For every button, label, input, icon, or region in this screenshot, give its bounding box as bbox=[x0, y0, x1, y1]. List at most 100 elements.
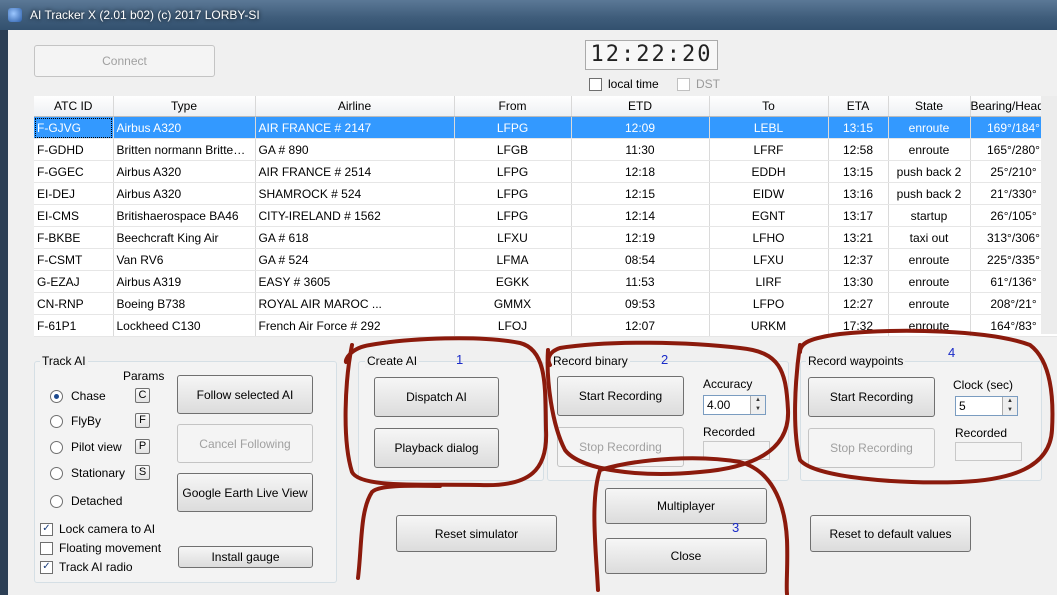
dst-checkbox[interactable]: DST bbox=[677, 77, 720, 91]
accuracy-label: Accuracy bbox=[703, 377, 753, 391]
radio-stationary[interactable]: Stationary bbox=[50, 466, 125, 480]
table-cell: startup bbox=[888, 204, 971, 227]
table-row[interactable]: F-GGEC Airbus A320 AIR FRANCE # 2514 LFPG 12… bbox=[34, 160, 1057, 183]
table-cell: enroute bbox=[888, 314, 971, 337]
radio-dot[interactable] bbox=[50, 466, 63, 480]
table-cell: Boeing B738 bbox=[113, 292, 256, 315]
table-scrollbar[interactable] bbox=[1041, 96, 1057, 334]
dispatch-ai-button[interactable]: Dispatch AI bbox=[374, 377, 499, 417]
spin-down-icon[interactable]: ▼ bbox=[750, 405, 765, 414]
create-ai-title: Create AI bbox=[365, 354, 420, 368]
table-cell: LFPG bbox=[454, 204, 572, 227]
checkbox-box[interactable] bbox=[677, 77, 690, 91]
table-cell: 12:15 bbox=[571, 182, 710, 205]
table-cell: Airbus A320 bbox=[113, 116, 256, 139]
table-cell: EIDW bbox=[709, 182, 829, 205]
radio-dot[interactable] bbox=[50, 389, 63, 403]
table-cell: Britishaerospace BA46 bbox=[113, 204, 256, 227]
floating-movement-checkbox[interactable]: Floating movement bbox=[40, 541, 161, 555]
accuracy-value[interactable]: 4.00 bbox=[707, 398, 730, 412]
table-cell: 13:17 bbox=[828, 204, 889, 227]
param-stationary-button[interactable]: S bbox=[135, 465, 150, 480]
table-row[interactable]: EI-CMS Britishaerospace BA46 CITY-IRELAND … bbox=[34, 204, 1057, 227]
radio-dot[interactable] bbox=[50, 494, 63, 508]
param-flyby-button[interactable]: F bbox=[135, 413, 150, 428]
column-header[interactable]: From bbox=[454, 96, 572, 117]
table-cell: G-EZAJ bbox=[34, 270, 114, 293]
table-cell: enroute bbox=[888, 116, 971, 139]
table-row[interactable]: G-EZAJ Airbus A319 EASY # 3605 EGKK 11:53 LIR… bbox=[34, 270, 1057, 293]
table-cell: LFPO bbox=[709, 292, 829, 315]
track-ai-radio-checkbox[interactable]: ✓ Track AI radio bbox=[40, 560, 133, 574]
table-cell: LFPG bbox=[454, 160, 572, 183]
checkbox-label: Track AI radio bbox=[59, 560, 133, 574]
google-earth-button[interactable]: Google Earth Live View bbox=[177, 473, 313, 512]
install-gauge-button[interactable]: Install gauge bbox=[178, 546, 313, 568]
ai-traffic-table: ATC ID Type Airline From ETD To ETA Stat… bbox=[34, 96, 1057, 337]
radio-dot[interactable] bbox=[50, 440, 63, 454]
column-header[interactable]: Type bbox=[113, 96, 256, 117]
radio-chase[interactable]: Chase bbox=[50, 389, 106, 403]
table-row[interactable]: F-GJVG Airbus A320 AIR FRANCE # 2147 LFPG 12… bbox=[34, 116, 1057, 139]
checkbox-box[interactable] bbox=[589, 77, 602, 91]
table-cell: 11:53 bbox=[571, 270, 710, 293]
clock-sec-spinner[interactable]: 5 ▲ ▼ bbox=[955, 396, 1018, 416]
checkbox-box[interactable]: ✓ bbox=[40, 522, 53, 536]
playback-dialog-button[interactable]: Playback dialog bbox=[374, 428, 499, 468]
radio-detached[interactable]: Detached bbox=[50, 494, 122, 508]
table-row[interactable]: CN-RNP Boeing B738 ROYAL AIR MAROC ... GMMX… bbox=[34, 292, 1057, 315]
table-cell: enroute bbox=[888, 138, 971, 161]
checkbox-box[interactable]: ✓ bbox=[40, 560, 53, 574]
column-header[interactable]: State bbox=[888, 96, 971, 117]
close-button[interactable]: Close bbox=[605, 538, 767, 574]
local-time-checkbox[interactable]: local time bbox=[589, 77, 659, 91]
table-cell: AIR FRANCE # 2514 bbox=[255, 160, 455, 183]
follow-selected-ai-button[interactable]: Follow selected AI bbox=[177, 375, 313, 414]
waypoints-stop-recording-button[interactable]: Stop Recording bbox=[808, 428, 935, 468]
record-binary-title: Record binary bbox=[551, 354, 630, 368]
accuracy-spinner[interactable]: 4.00 ▲ ▼ bbox=[703, 395, 766, 415]
table-cell: Airbus A320 bbox=[113, 160, 256, 183]
table-cell: 09:53 bbox=[571, 292, 710, 315]
table-row[interactable]: F-61P1 Lockheed C130 French Air Force # 29… bbox=[34, 314, 1057, 337]
table-cell: LFOJ bbox=[454, 314, 572, 337]
binary-stop-recording-button[interactable]: Stop Recording bbox=[557, 427, 684, 467]
title-bar[interactable]: AI Tracker X (2.01 b02) (c) 2017 LORBY-S… bbox=[0, 0, 1057, 30]
radio-dot[interactable] bbox=[50, 414, 63, 428]
clock-sec-value[interactable]: 5 bbox=[959, 399, 966, 413]
table-cell: LEBL bbox=[709, 116, 829, 139]
multiplayer-button[interactable]: Multiplayer bbox=[605, 488, 767, 524]
spin-down-icon[interactable]: ▼ bbox=[1002, 406, 1017, 415]
binary-start-recording-button[interactable]: Start Recording bbox=[557, 376, 684, 416]
column-header[interactable]: ATC ID bbox=[34, 96, 114, 117]
table-row[interactable]: F-GDHD Britten normann Britten no... GA # … bbox=[34, 138, 1057, 161]
checkbox-box[interactable] bbox=[40, 541, 53, 555]
spin-up-icon[interactable]: ▲ bbox=[750, 396, 765, 405]
table-row[interactable]: EI-DEJ Airbus A320 SHAMROCK # 524 LFPG 12:15… bbox=[34, 182, 1057, 205]
table-cell: 12:09 bbox=[571, 116, 710, 139]
column-header[interactable]: Airline bbox=[255, 96, 455, 117]
reset-defaults-button[interactable]: Reset to default values bbox=[810, 515, 971, 552]
cancel-following-button[interactable]: Cancel Following bbox=[177, 424, 313, 463]
table-row[interactable]: F-CSMT Van RV6 GA # 524 LFMA 08:54 LFXU 12:37 e… bbox=[34, 248, 1057, 271]
lock-camera-checkbox[interactable]: ✓ Lock camera to AI bbox=[40, 522, 155, 536]
window-border bbox=[0, 30, 8, 595]
radio-pilot-view[interactable]: Pilot view bbox=[50, 440, 122, 454]
connect-button[interactable]: Connect bbox=[34, 45, 215, 77]
reset-simulator-button[interactable]: Reset simulator bbox=[396, 515, 557, 552]
column-header[interactable]: To bbox=[709, 96, 829, 117]
table-cell: EGNT bbox=[709, 204, 829, 227]
table-cell: LFMA bbox=[454, 248, 572, 271]
waypoints-start-recording-button[interactable]: Start Recording bbox=[808, 377, 935, 417]
param-pilot-button[interactable]: P bbox=[135, 439, 150, 454]
radio-flyby[interactable]: FlyBy bbox=[50, 414, 101, 428]
column-header[interactable]: ETD bbox=[571, 96, 710, 117]
table-cell: Lockheed C130 bbox=[113, 314, 256, 337]
column-header[interactable]: ETA bbox=[828, 96, 889, 117]
table-cell: SHAMROCK # 524 bbox=[255, 182, 455, 205]
param-chase-button[interactable]: C bbox=[135, 388, 150, 403]
radio-label: Detached bbox=[71, 494, 123, 508]
spin-up-icon[interactable]: ▲ bbox=[1002, 397, 1017, 406]
dst-label: DST bbox=[696, 77, 720, 91]
table-row[interactable]: F-BKBE Beechcraft King Air GA # 618 LFXU 12:… bbox=[34, 226, 1057, 249]
